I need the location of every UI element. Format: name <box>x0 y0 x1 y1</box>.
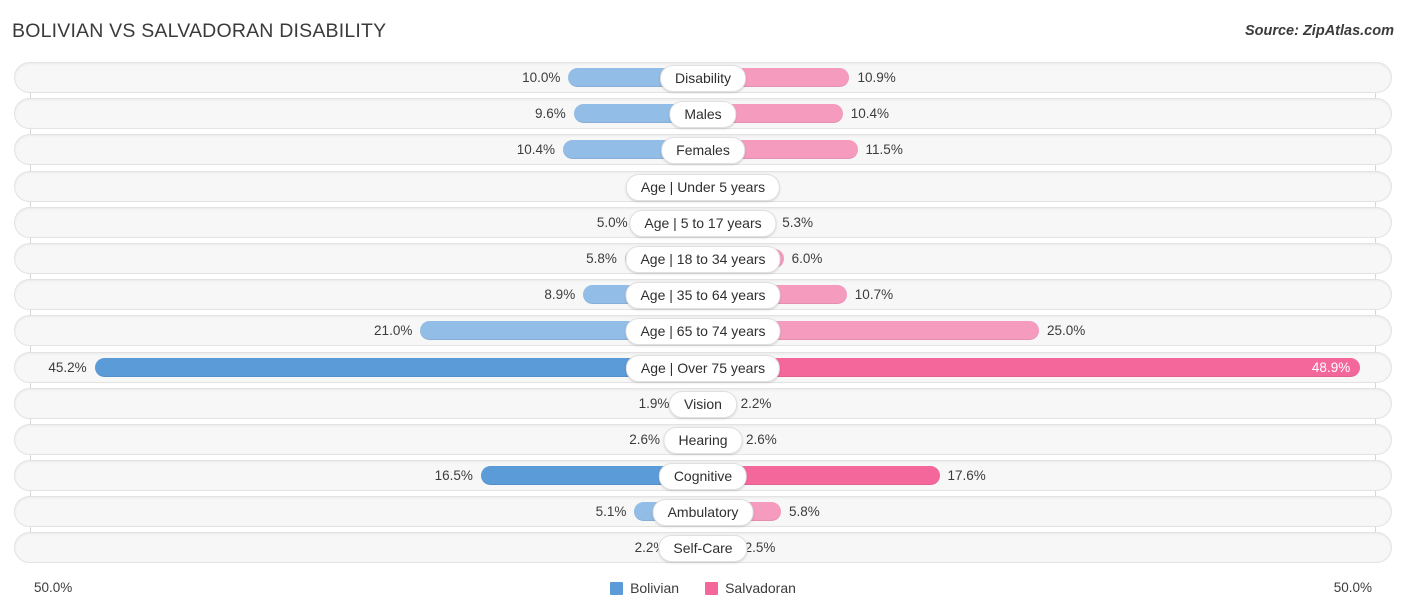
chart-page: BOLIVIAN VS SALVADORAN DISABILITY Source… <box>0 0 1406 612</box>
table-row[interactable]: 5.1% 5.8% Ambulatory <box>0 496 1406 527</box>
value-label-salvadoran: 2.2% <box>741 388 772 419</box>
value-label-salvadoran: 25.0% <box>1047 315 1085 346</box>
chart-legend: Bolivian Salvadoran <box>0 580 1406 596</box>
chart-footer: 50.0% 50.0% BolivianSalvadoran <box>0 578 1406 608</box>
value-label-salvadoran: 5.3% <box>782 207 813 238</box>
legend-item[interactable]: Bolivian <box>610 580 679 596</box>
value-label-bolivian: 10.4% <box>0 134 555 165</box>
table-row[interactable]: 16.5% 17.6% Cognitive <box>0 460 1406 491</box>
category-pill[interactable]: Age | 5 to 17 years <box>629 210 776 237</box>
table-row[interactable]: 8.9% 10.7% Age | 35 to 64 years <box>0 279 1406 310</box>
value-label-salvadoran: 6.0% <box>792 243 823 274</box>
legend-swatch-icon <box>610 582 623 595</box>
category-pill[interactable]: Age | 65 to 74 years <box>625 318 780 345</box>
value-label-salvadoran: 10.7% <box>855 279 893 310</box>
table-row[interactable]: 10.4% 11.5% Females <box>0 134 1406 165</box>
value-label-salvadoran: 10.4% <box>851 98 889 129</box>
value-label-salvadoran: 2.6% <box>746 424 777 455</box>
category-pill[interactable]: Hearing <box>663 427 742 454</box>
category-pill[interactable]: Vision <box>669 391 737 418</box>
table-row[interactable]: 1.0%1.1%Age | Under 5 years <box>0 171 1406 202</box>
value-label-bolivian: 5.1% <box>0 496 626 527</box>
category-pill[interactable]: Disability <box>660 65 746 92</box>
value-label-salvadoran: 10.9% <box>857 62 895 93</box>
value-label-bolivian: 1.0% <box>0 171 682 202</box>
table-row[interactable]: 45.2%48.9%Age | Over 75 years <box>0 352 1406 383</box>
category-pill[interactable]: Self-Care <box>658 535 747 562</box>
category-pill[interactable]: Age | Under 5 years <box>626 174 780 201</box>
category-pill[interactable]: Males <box>669 101 736 128</box>
chart-plot-area: 10.0%10.9%Disability9.6%10.4%Males10.4%1… <box>0 62 1406 574</box>
value-label-salvadoran: 2.5% <box>745 532 776 563</box>
value-label-salvadoran: 17.6% <box>948 460 986 491</box>
value-label-bolivian: 5.8% <box>0 243 617 274</box>
value-label-bolivian: 21.0% <box>0 315 412 346</box>
category-pill[interactable]: Cognitive <box>659 463 747 490</box>
legend-item[interactable]: Salvadoran <box>705 580 796 596</box>
category-pill[interactable]: Females <box>661 137 745 164</box>
value-label-bolivian: 2.2% <box>0 532 665 563</box>
table-row[interactable]: 9.6% 10.4% Males <box>0 98 1406 129</box>
page-title: BOLIVIAN VS SALVADORAN DISABILITY <box>12 20 386 43</box>
table-row[interactable]: 5.8% 6.0% Age | 18 to 34 years <box>0 243 1406 274</box>
value-label-salvadoran: 11.5% <box>866 134 903 165</box>
category-pill[interactable]: Age | Over 75 years <box>626 355 780 382</box>
legend-label: Salvadoran <box>725 580 796 596</box>
bar-rows-container: 10.0%10.9%Disability9.6%10.4%Males10.4%1… <box>0 62 1406 569</box>
value-label-salvadoran: 5.8% <box>789 496 820 527</box>
source-attribution: Source: ZipAtlas.com <box>1245 23 1394 39</box>
chart-header: BOLIVIAN VS SALVADORAN DISABILITY Source… <box>0 0 1406 54</box>
legend-label: Bolivian <box>630 580 679 596</box>
value-label-bolivian: 1.9% <box>0 388 669 419</box>
table-row[interactable]: 2.6% 2.6%Hearing <box>0 424 1406 455</box>
legend-swatch-icon <box>705 582 718 595</box>
value-label-bolivian: 16.5% <box>0 460 473 491</box>
category-pill[interactable]: Age | 18 to 34 years <box>625 246 780 273</box>
table-row[interactable]: 2.2% 2.5%Self-Care <box>0 532 1406 563</box>
category-pill[interactable]: Age | 35 to 64 years <box>625 282 780 309</box>
table-row[interactable]: 10.0% 10.9% Disability <box>0 62 1406 93</box>
value-label-bolivian: 9.6% <box>0 98 566 129</box>
value-label-bolivian: 10.0% <box>0 62 560 93</box>
value-label-bolivian: 5.0% <box>0 207 628 238</box>
table-row[interactable]: 5.0% 5.3%Age | 5 to 17 years <box>0 207 1406 238</box>
table-row[interactable]: 21.0% 25.0% Age | 65 to 74 years <box>0 315 1406 346</box>
category-pill[interactable]: Ambulatory <box>653 499 754 526</box>
value-label-bolivian: 8.9% <box>0 279 575 310</box>
table-row[interactable]: 1.9% 2.2%Vision <box>0 388 1406 419</box>
value-label-bolivian: 2.6% <box>0 424 660 455</box>
